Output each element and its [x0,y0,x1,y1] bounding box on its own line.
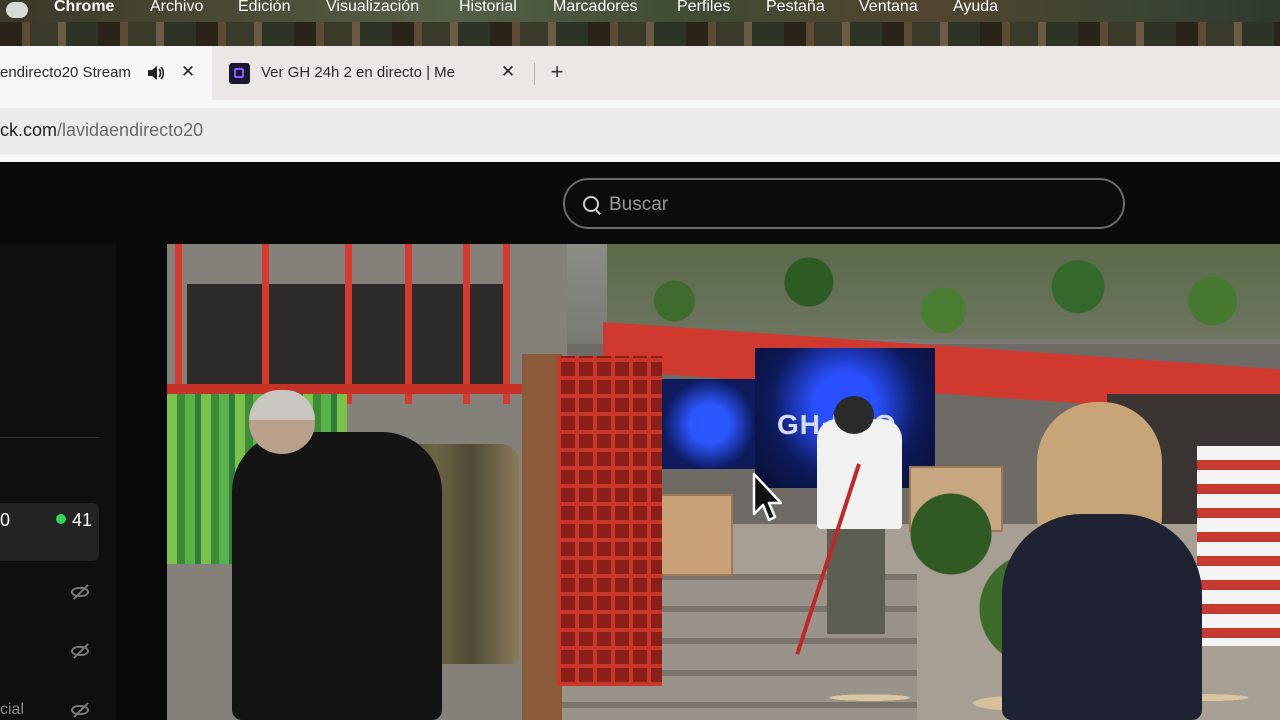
menu-ventana[interactable]: Ventana [859,0,918,15]
address-bar[interactable]: ck.com/lavidaendirecto20 [0,108,1280,154]
tab-title: endirecto20 Stream [0,64,131,81]
menu-perfiles[interactable]: Perfiles [677,0,730,15]
video-scene-beam [262,244,269,404]
macos-menu-bar: Chrome Archivo Edición Visualización His… [0,0,1280,22]
tab-title[interactable]: Ver GH 24h 2 en directo | Me [261,64,487,81]
url-text[interactable]: ck.com/lavidaendirecto20 [0,120,203,141]
video-scene-person [1002,514,1202,720]
browser-toolbar: ck.com/lavidaendirecto20 [0,100,1280,162]
new-tab-icon[interactable]: + [546,60,568,84]
url-path: /lavidaendirecto20 [57,120,204,140]
desktop-wallpaper [0,22,1280,46]
search-placeholder: Buscar [609,194,669,215]
menu-pestana[interactable]: Pestaña [766,0,825,15]
menu-archivo[interactable]: Archivo [150,0,203,15]
video-scene-beam [345,244,352,404]
video-scene-person [232,432,442,720]
close-tab-icon[interactable]: ✕ [178,62,198,82]
channel-sidebar [0,244,116,720]
speaker-icon[interactable] [147,65,165,81]
mouse-cursor-icon [752,472,782,522]
tab-kick-stream[interactable]: endirecto20 Stream ✕ [0,46,212,100]
video-player[interactable]: GH·ÑÚO [167,244,1280,720]
search-input[interactable]: Buscar [563,178,1125,229]
tab-strip: endirecto20 Stream ✕ Ver GH 24h 2 en dir… [0,46,1280,100]
video-scene-shelf [167,384,527,394]
sidebar-divider [0,437,99,438]
video-scene-led-panel [1197,446,1280,646]
menu-marcadores[interactable]: Marcadores [553,0,637,15]
close-tab-icon[interactable]: ✕ [498,62,518,82]
video-scene-beam [175,244,182,404]
video-scene-plants [607,244,1280,339]
menu-visualizacion[interactable]: Visualización [326,0,419,15]
video-scene-beam [405,244,412,404]
tab-separator [534,63,535,85]
eye-off-icon[interactable] [71,703,91,717]
site-favicon-icon [229,63,250,84]
url-host: ck.com [0,120,58,140]
search-icon [583,196,599,212]
video-scene-person [817,419,902,529]
menu-edicion[interactable]: Edición [238,0,290,15]
video-scene-screen [662,379,757,469]
viewer-count: 41 [72,510,93,530]
video-scene-beam [463,244,470,404]
sidebar-social-label: cial [0,701,25,718]
eye-off-icon[interactable] [71,585,91,599]
menu-historial[interactable]: Historial [459,0,517,15]
sidebar-number: 0 [0,510,11,530]
apple-menu-icon[interactable] [6,2,28,18]
eye-off-icon[interactable] [71,644,91,658]
video-scene-wood-panel [522,354,562,720]
video-scene-red-grid [557,356,662,686]
menu-ayuda[interactable]: Ayuda [953,0,998,15]
video-scene-person [834,396,874,434]
live-dot-icon [56,514,66,524]
menu-app-name[interactable]: Chrome [54,0,114,15]
video-scene-beam [503,244,510,404]
